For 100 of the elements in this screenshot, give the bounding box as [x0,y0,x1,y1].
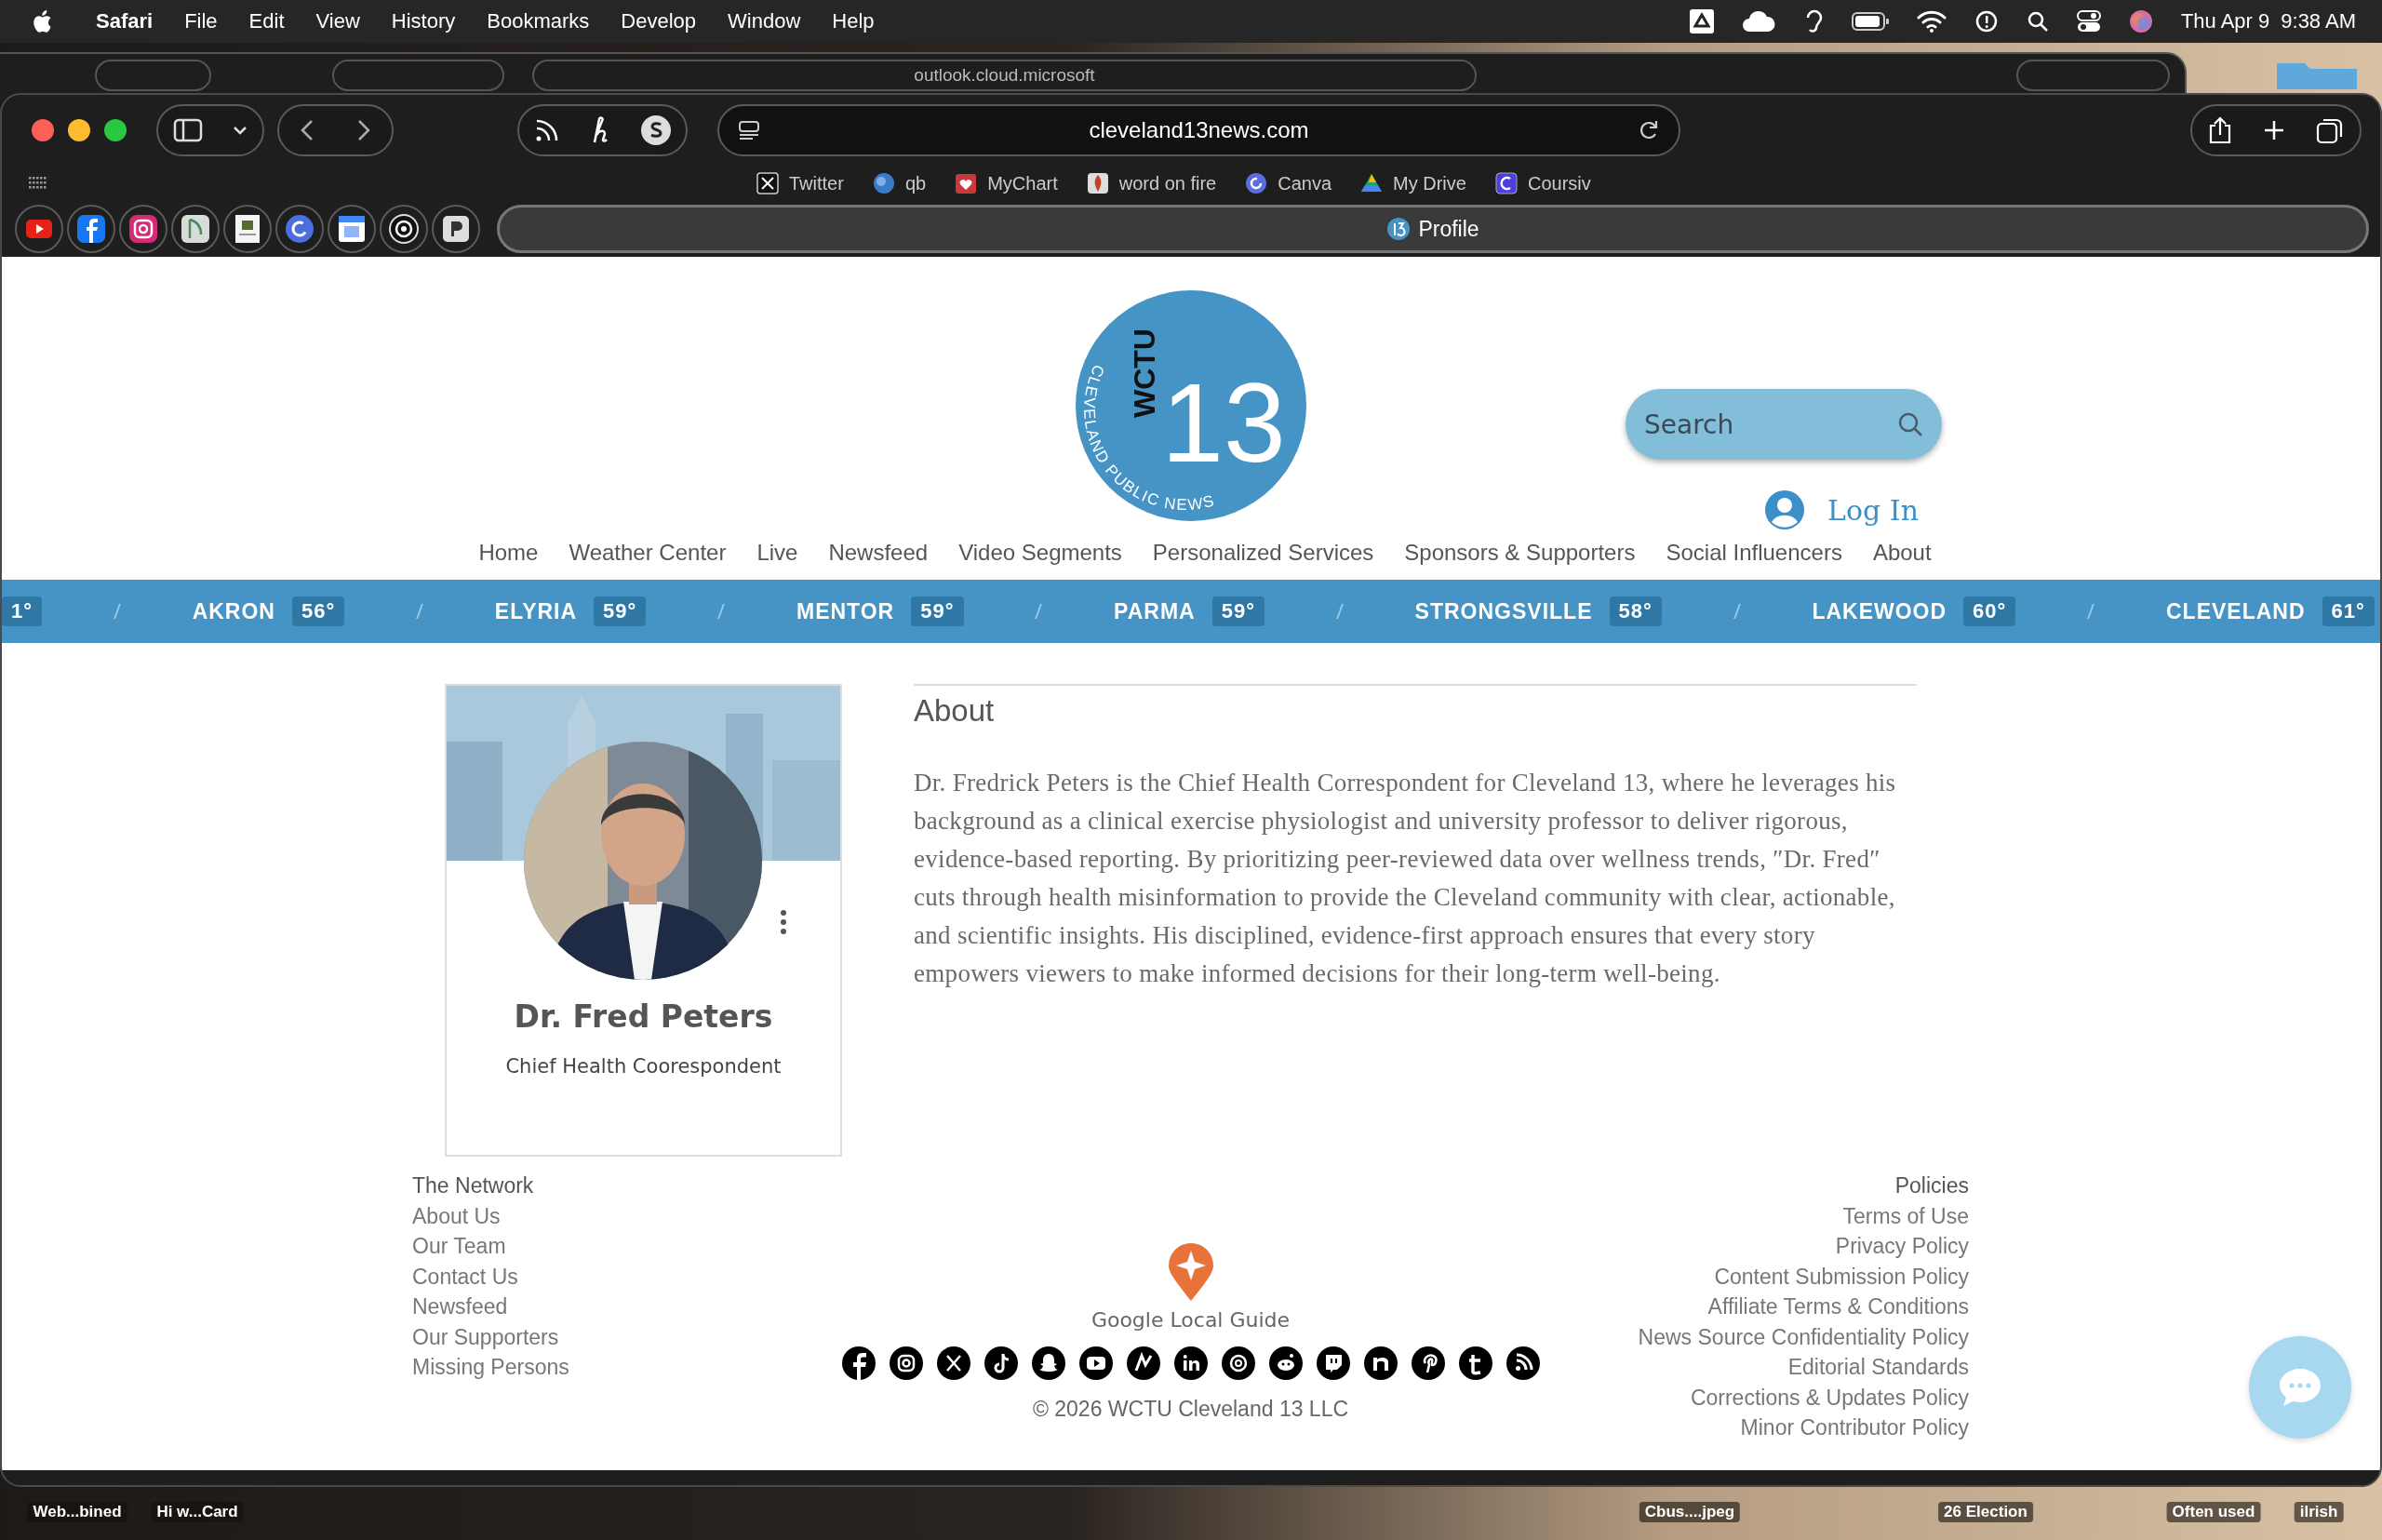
chat-icon[interactable] [1316,1346,1350,1380]
login-link[interactable]: Log In [1827,493,1919,527]
footer-link[interactable]: News Source Confidentiality Policy [1638,1321,1969,1352]
n-icon[interactable] [1363,1346,1398,1380]
section-heading: About [914,693,996,729]
apple-logo-icon [32,9,52,33]
nav-link[interactable]: About [1872,540,1932,566]
menu-item[interactable]: Help [816,9,890,33]
x-icon[interactable] [936,1346,970,1380]
footer-link[interactable]: Newsfeed [412,1292,842,1322]
nav-link[interactable]: Video Segments [958,540,1122,566]
pinned-tab[interactable] [328,205,376,253]
bookmark[interactable]: MyChart [954,171,1058,195]
zoom-button[interactable] [104,119,127,141]
play-icon[interactable] [1078,1346,1113,1380]
address-field[interactable]: outlook.cloud.microsoft [532,60,1477,91]
nav-link[interactable]: Sponsors & Supporters [1404,540,1636,566]
pinned-tab[interactable] [119,205,167,253]
pinned-tab[interactable] [67,205,115,253]
t-icon[interactable] [1458,1346,1492,1380]
navigation-buttons[interactable] [277,104,394,156]
bookmark[interactable]: word on fire [1085,171,1217,195]
footer-link[interactable]: Minor Contributor Policy [1740,1413,1969,1443]
menu-item[interactable]: File [168,9,234,33]
city-name: AKRON [192,598,275,624]
nav-link[interactable]: Social Influencers [1666,540,1842,566]
footer-link[interactable]: Affiliate Terms & Conditions [1707,1292,1969,1322]
nav-link[interactable]: Weather Center [569,540,727,566]
desktop-file-label[interactable]: Cbus....jpeg [1639,1502,1741,1522]
menu-item[interactable]: Edit [233,9,301,33]
footer-link[interactable]: About Us [412,1200,842,1231]
nav-link[interactable]: Personalized Services [1152,540,1374,566]
close-button[interactable] [32,119,54,141]
pinned-tab[interactable] [275,205,324,253]
pinned-tab[interactable] [380,205,428,253]
linkedin-icon[interactable] [1173,1346,1208,1380]
menu-item[interactable]: Develop [605,9,713,33]
map-pin-star-icon [1166,1243,1215,1303]
toggle-icon [2076,9,2101,33]
bookmark[interactable]: Coursiv [1493,171,1591,195]
minimize-button[interactable] [68,119,90,141]
app-menu[interactable]: Safari [80,9,169,33]
reddit-icon[interactable] [1268,1346,1303,1380]
pinterest-icon[interactable] [1411,1346,1445,1380]
address-bar[interactable]: cleveland13news.com [717,104,1680,156]
zigzag-icon[interactable] [1126,1346,1160,1380]
desktop-file-label[interactable]: Often used [2166,1502,2261,1522]
footer-link[interactable]: Our Team [412,1231,842,1262]
footer-link[interactable]: Editorial Standards [1787,1352,1969,1383]
music-note-icon[interactable] [984,1346,1018,1380]
desktop-file-label[interactable]: ilrish [2294,1502,2344,1522]
extensions-bar[interactable] [517,104,688,156]
search-field[interactable]: Search [1626,389,1942,460]
feed-icon[interactable] [1505,1346,1540,1380]
bookmark[interactable]: Canva [1244,171,1332,195]
facebook-icon[interactable] [841,1346,876,1380]
nav-link[interactable]: Home [478,540,539,566]
footer-link[interactable]: Privacy Policy [1835,1231,1969,1262]
guide-badge-label: Google Local Guide [1091,1308,1291,1332]
footer-link[interactable]: Contact Us [412,1261,842,1292]
active-tab[interactable]: Profile [497,205,2369,253]
back-icon [301,119,314,141]
x-icon [756,171,780,195]
camera-icon [127,212,160,246]
city-name: CLEVELAND [2165,598,2306,624]
footer-link[interactable]: Missing Persons [412,1352,842,1383]
menu-item[interactable]: Bookmarks [471,9,606,33]
pinned-tab[interactable] [432,205,480,253]
clock-alert-icon [1974,9,1999,33]
c-circle-icon [283,212,316,246]
footer-link[interactable]: Terms of Use [1842,1200,1969,1231]
copyright-text: © 2026 WCTU Cleveland 13 LLC [1032,1397,1349,1422]
menu-item[interactable]: View [300,9,376,33]
window-actions[interactable] [2190,104,2362,156]
desktop-file-label[interactable]: Web...bined [27,1502,127,1522]
bookmark[interactable]: Twitter [756,171,844,195]
flame-icon [1085,171,1110,195]
sidebar-button[interactable] [156,104,264,156]
camera-icon[interactable] [889,1346,923,1380]
footer-heading: Policies [1894,1172,1969,1199]
reload-icon [1638,119,1660,141]
ghost-icon[interactable] [1031,1346,1065,1380]
footer-link[interactable]: Corrections & Updates Policy [1690,1382,1969,1413]
pinned-tab[interactable] [223,205,272,253]
nav-link[interactable]: Live [756,540,798,566]
bookmark[interactable]: My Drive [1359,171,1466,195]
pinned-tab[interactable] [171,205,220,253]
menu-item[interactable]: Window [712,9,817,33]
profile-title: Chief Health Coorespondent [505,1055,782,1078]
desktop-file-label[interactable]: 26 Election [1938,1502,2033,1522]
cloud-icon [1741,9,1775,33]
bookmark[interactable]: qb [871,171,927,195]
siri-icon [2128,9,2153,33]
threads-icon[interactable] [1221,1346,1255,1380]
nav-link[interactable]: Newsfeed [828,540,929,566]
desktop-file-label[interactable]: Hi w...Card [151,1502,244,1522]
menu-item[interactable]: History [375,9,472,33]
footer-link[interactable]: Our Supporters [412,1321,842,1352]
chat-bubble-icon [2277,1366,2323,1409]
footer-link[interactable]: Content Submission Policy [1714,1261,1969,1292]
